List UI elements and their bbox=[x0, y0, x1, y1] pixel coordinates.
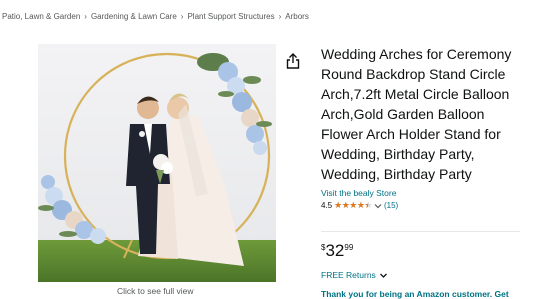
chevron-down-icon[interactable] bbox=[374, 202, 382, 210]
product-image[interactable] bbox=[38, 44, 276, 282]
full-view-link[interactable]: Click to see full view bbox=[117, 286, 194, 296]
breadcrumb-item-plant-support[interactable]: Plant Support Structures bbox=[187, 12, 274, 21]
divider bbox=[321, 231, 520, 232]
product-info: Wedding Arches for Ceremony Round Backdr… bbox=[321, 44, 526, 210]
promo-banner[interactable]: Thank you for being an Amazon customer. … bbox=[321, 289, 509, 299]
share-icon[interactable] bbox=[286, 53, 300, 69]
star-rating[interactable]: ★★★★★ ★★★★★ bbox=[334, 201, 372, 210]
breadcrumb-item-gardening[interactable]: Gardening & Lawn Care bbox=[91, 12, 177, 21]
breadcrumb-item-patio[interactable]: Patio, Lawn & Garden bbox=[2, 12, 80, 21]
free-returns-label: FREE Returns bbox=[321, 270, 376, 280]
store-link[interactable]: Visit the bealy Store bbox=[321, 188, 526, 198]
price-whole: 32 bbox=[325, 241, 345, 260]
price: $3299 bbox=[321, 241, 353, 261]
rating-value: 4.5 bbox=[321, 201, 333, 210]
breadcrumb-item-arbors[interactable]: Arbors bbox=[285, 12, 309, 21]
product-title: Wedding Arches for Ceremony Round Backdr… bbox=[321, 46, 512, 182]
breadcrumb-separator: › bbox=[180, 12, 184, 21]
breadcrumb-separator: › bbox=[278, 12, 282, 21]
chevron-down-icon bbox=[379, 273, 387, 278]
price-symbol: $ bbox=[321, 243, 326, 252]
review-count-link[interactable]: (15) bbox=[384, 201, 398, 210]
wedding-arch-photo bbox=[38, 44, 276, 282]
breadcrumb-separator: › bbox=[84, 12, 87, 21]
price-fraction: 99 bbox=[344, 243, 354, 252]
star-rating-filled: ★★★★★ bbox=[334, 201, 368, 210]
breadcrumb: Patio, Lawn & Garden › Gardening & Lawn Ca… bbox=[2, 12, 309, 21]
free-returns-link[interactable]: FREE Returns bbox=[321, 270, 388, 280]
rating-row: 4.5 ★★★★★ ★★★★★ (15) bbox=[321, 201, 526, 211]
